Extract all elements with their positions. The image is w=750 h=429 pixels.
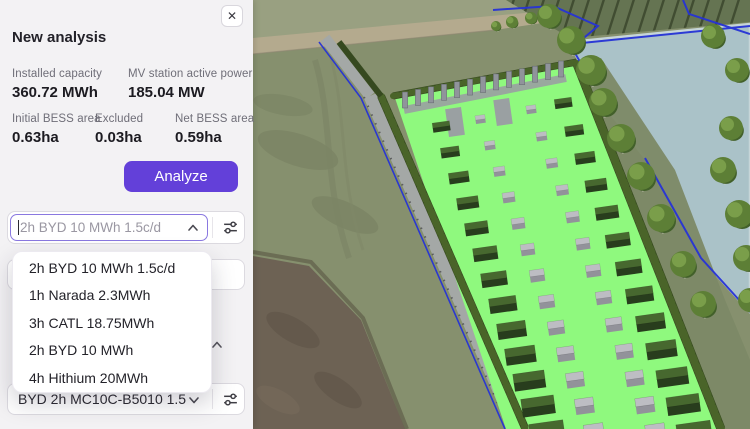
- metric-initial-bess-area: Initial BESS area 0.63ha: [12, 113, 101, 146]
- row-divider: [212, 389, 213, 409]
- battery-dropdown-list: 2h BYD 10 MWh 1.5c/d 1h Narada 2.3MWh 3h…: [12, 251, 212, 393]
- bess-site-map: [253, 0, 750, 429]
- sliders-icon: [222, 391, 239, 408]
- metric-installed-capacity: Installed capacity 360.72 MWh: [12, 68, 102, 101]
- dropdown-option[interactable]: 3h CATL 18.75MWh: [13, 310, 211, 337]
- text-caret: [18, 220, 19, 235]
- app-window: ✕ New analysis Installed capacity 360.72…: [0, 0, 750, 429]
- panel-title: New analysis: [12, 29, 106, 46]
- battery-settings-button[interactable]: [214, 212, 246, 243]
- analyze-button[interactable]: Analyze: [124, 161, 238, 192]
- inverter-settings-button[interactable]: [214, 384, 246, 414]
- close-button[interactable]: ✕: [221, 5, 243, 27]
- battery-combo-row: 2h BYD 10 MWh 1.5c/d: [7, 211, 245, 244]
- analysis-panel: ✕ New analysis Installed capacity 360.72…: [0, 0, 253, 429]
- chevron-up-icon[interactable]: [185, 220, 201, 236]
- row-divider: [212, 217, 213, 238]
- chevron-down-icon: [186, 392, 202, 408]
- dropdown-option[interactable]: 2h BYD 10 MWh 1.5c/d: [13, 255, 211, 282]
- battery-combo-input[interactable]: 2h BYD 10 MWh 1.5c/d: [10, 214, 208, 241]
- dropdown-option[interactable]: 4h Hithium 20MWh: [13, 365, 211, 392]
- map-3d-viewport[interactable]: [253, 0, 750, 429]
- metric-net-bess-area: Net BESS area 0.59ha: [175, 113, 254, 146]
- metric-excluded-area: Excluded 0.03ha: [95, 113, 143, 146]
- close-icon: ✕: [227, 9, 237, 23]
- dropdown-option[interactable]: 2h BYD 10 MWh: [13, 337, 211, 364]
- battery-combo-value: 2h BYD 10 MWh 1.5c/d: [20, 220, 185, 235]
- metric-mv-station-power: MV station active power 185.04 MW: [128, 68, 252, 101]
- dropdown-option[interactable]: 1h Narada 2.3MWh: [13, 282, 211, 309]
- sliders-icon: [222, 219, 239, 236]
